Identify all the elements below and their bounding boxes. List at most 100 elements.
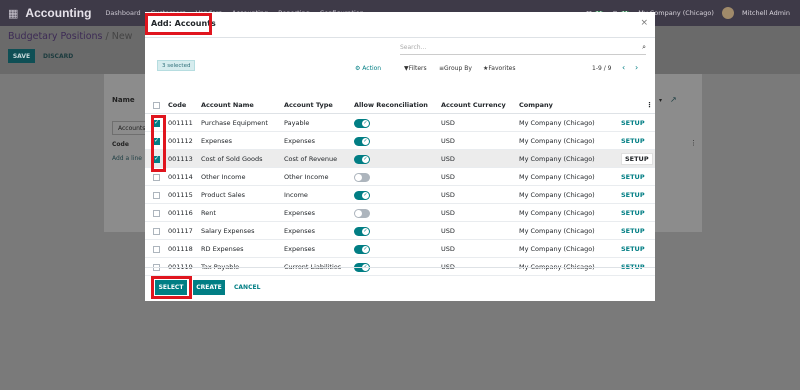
account-type: Expenses bbox=[284, 245, 315, 253]
group-by-button[interactable]: ≡Group By bbox=[439, 65, 472, 72]
avatar[interactable] bbox=[721, 7, 734, 19]
group-by-label: Group By bbox=[444, 65, 472, 72]
table-row[interactable]: ✓ 001112 Expenses Expenses ✓ USD My Company (C… bbox=[145, 132, 655, 150]
account-currency: USD bbox=[441, 119, 455, 127]
dialog-footer: SELECT CREATE CANCEL bbox=[145, 267, 655, 301]
account-company: My Company (Chicago) bbox=[519, 245, 595, 253]
optional-columns-toggle-icon[interactable]: ⋮ bbox=[646, 96, 653, 114]
discard-button[interactable]: DISCARD bbox=[43, 49, 73, 63]
account-currency: USD bbox=[441, 173, 455, 181]
checkbox-icon bbox=[153, 209, 160, 217]
row-checkbox[interactable] bbox=[153, 222, 160, 240]
account-type: Income bbox=[284, 191, 308, 199]
chevron-right-icon[interactable]: › bbox=[635, 63, 638, 72]
row-checkbox[interactable] bbox=[153, 204, 160, 222]
add-line-link[interactable]: Add a line bbox=[112, 155, 142, 162]
apps-grid-icon[interactable]: ▦ bbox=[8, 7, 18, 20]
toggle-switch-icon: ✓ bbox=[354, 226, 370, 236]
reconcile-toggle[interactable]: ✓ bbox=[354, 186, 370, 204]
account-name: Expenses bbox=[201, 137, 232, 145]
dialog-header: Add: Accounts × bbox=[145, 12, 655, 38]
account-type: Expenses bbox=[284, 209, 315, 217]
code-column-header: Code bbox=[112, 141, 129, 148]
reconcile-toggle[interactable] bbox=[354, 168, 370, 186]
menu-dashboard[interactable]: Dashboard bbox=[105, 9, 140, 17]
external-link-icon[interactable]: ↗ bbox=[670, 95, 677, 104]
checkbox-icon bbox=[153, 173, 160, 181]
account-company: My Company (Chicago) bbox=[519, 137, 595, 145]
toggle-switch-icon bbox=[354, 172, 370, 182]
cancel-button[interactable]: CANCEL bbox=[234, 280, 260, 295]
column-header-type[interactable]: Account Type bbox=[284, 96, 333, 114]
toggle-switch-icon: ✓ bbox=[354, 190, 370, 200]
column-header-currency[interactable]: Account Currency bbox=[441, 96, 506, 114]
dropdown-caret-icon[interactable]: ▾ bbox=[659, 97, 662, 104]
column-header-name[interactable]: Account Name bbox=[201, 96, 254, 114]
reconcile-toggle[interactable]: ✓ bbox=[354, 150, 370, 168]
search-icon[interactable]: ⌕ bbox=[642, 43, 646, 52]
favorites-button[interactable]: ★Favorites bbox=[483, 65, 516, 72]
close-icon[interactable]: × bbox=[640, 18, 648, 28]
row-checkbox[interactable] bbox=[153, 240, 160, 258]
setup-button[interactable]: SETUP bbox=[621, 150, 653, 168]
table-row[interactable]: ✓ 001113 Cost of Sold Goods Cost of Revenue… bbox=[145, 150, 655, 168]
setup-button[interactable]: SETUP bbox=[621, 168, 645, 186]
create-button[interactable]: CREATE bbox=[193, 280, 225, 295]
column-header-code[interactable]: Code bbox=[168, 96, 186, 114]
setup-button[interactable]: SETUP bbox=[621, 186, 645, 204]
account-company: My Company (Chicago) bbox=[519, 191, 595, 199]
checkbox-icon bbox=[153, 245, 160, 253]
setup-button[interactable]: SETUP bbox=[621, 222, 645, 240]
pager-value[interactable]: 1-9 / 9 bbox=[592, 65, 611, 72]
toggle-knob: ✓ bbox=[362, 119, 369, 127]
save-button[interactable]: SAVE bbox=[8, 49, 35, 63]
checkbox-icon bbox=[153, 101, 160, 109]
account-type: Cost of Revenue bbox=[284, 155, 338, 163]
reconcile-toggle[interactable] bbox=[354, 204, 370, 222]
setup-button[interactable]: SETUP bbox=[621, 132, 645, 150]
column-header-company[interactable]: Company bbox=[519, 96, 553, 114]
reconcile-toggle[interactable]: ✓ bbox=[354, 132, 370, 150]
filters-button[interactable]: ▼Filters bbox=[404, 65, 427, 72]
app-name[interactable]: Accounting bbox=[25, 6, 91, 20]
action-button[interactable]: ⚙ Action bbox=[355, 65, 381, 72]
table-row[interactable]: ✓ 001111 Purchase Equipment Payable ✓ USD My C… bbox=[145, 114, 655, 132]
table-row[interactable]: 001118 RD Expenses Expenses ✓ USD My Company … bbox=[145, 240, 655, 258]
breadcrumb-parent[interactable]: Budgetary Positions bbox=[8, 31, 102, 42]
select-all-checkbox[interactable] bbox=[153, 96, 160, 114]
optional-columns-icon[interactable]: ⋮ bbox=[690, 139, 697, 147]
account-company: My Company (Chicago) bbox=[519, 227, 595, 235]
chevron-left-icon[interactable]: ‹ bbox=[622, 63, 625, 72]
search-input[interactable]: Search... ⌕ bbox=[400, 42, 646, 55]
toggle-knob: ✓ bbox=[362, 155, 369, 163]
account-code: 001117 bbox=[168, 227, 193, 235]
account-company: My Company (Chicago) bbox=[519, 173, 595, 181]
reconcile-toggle[interactable]: ✓ bbox=[354, 114, 370, 132]
table-row[interactable]: 001114 Other Income Other Income USD My Comp… bbox=[145, 168, 655, 186]
toggle-knob: ✓ bbox=[362, 227, 369, 235]
setup-button[interactable]: SETUP bbox=[621, 204, 645, 222]
table-row[interactable]: 001117 Salary Expenses Expenses ✓ USD My Comp… bbox=[145, 222, 655, 240]
toggle-switch-icon: ✓ bbox=[354, 118, 370, 128]
setup-button[interactable]: SETUP bbox=[621, 114, 645, 132]
reconcile-toggle[interactable]: ✓ bbox=[354, 240, 370, 258]
setup-label: SETUP bbox=[621, 137, 645, 145]
selected-count-badge: 3 selected bbox=[157, 60, 196, 71]
table-row[interactable]: 001115 Product Sales Income ✓ USD My Company … bbox=[145, 186, 655, 204]
toggle-switch-icon: ✓ bbox=[354, 154, 370, 164]
toggle-knob bbox=[355, 173, 362, 181]
table-row[interactable]: 001116 Rent Expenses USD My Company (Chicago… bbox=[145, 204, 655, 222]
account-type: Expenses bbox=[284, 227, 315, 235]
reconcile-toggle[interactable]: ✓ bbox=[354, 222, 370, 240]
user-name[interactable]: Mitchell Admin bbox=[742, 9, 790, 17]
account-code: 001116 bbox=[168, 209, 193, 217]
row-checkbox[interactable] bbox=[153, 186, 160, 204]
setup-button[interactable]: SETUP bbox=[621, 240, 645, 258]
checkbox-icon bbox=[153, 227, 160, 235]
account-currency: USD bbox=[441, 209, 455, 217]
account-name: Cost of Sold Goods bbox=[201, 155, 263, 163]
setup-label: SETUP bbox=[621, 119, 645, 127]
filters-label: Filters bbox=[408, 65, 427, 72]
toggle-switch-icon bbox=[354, 208, 370, 218]
column-header-reconcile[interactable]: Allow Reconciliation bbox=[354, 96, 428, 114]
